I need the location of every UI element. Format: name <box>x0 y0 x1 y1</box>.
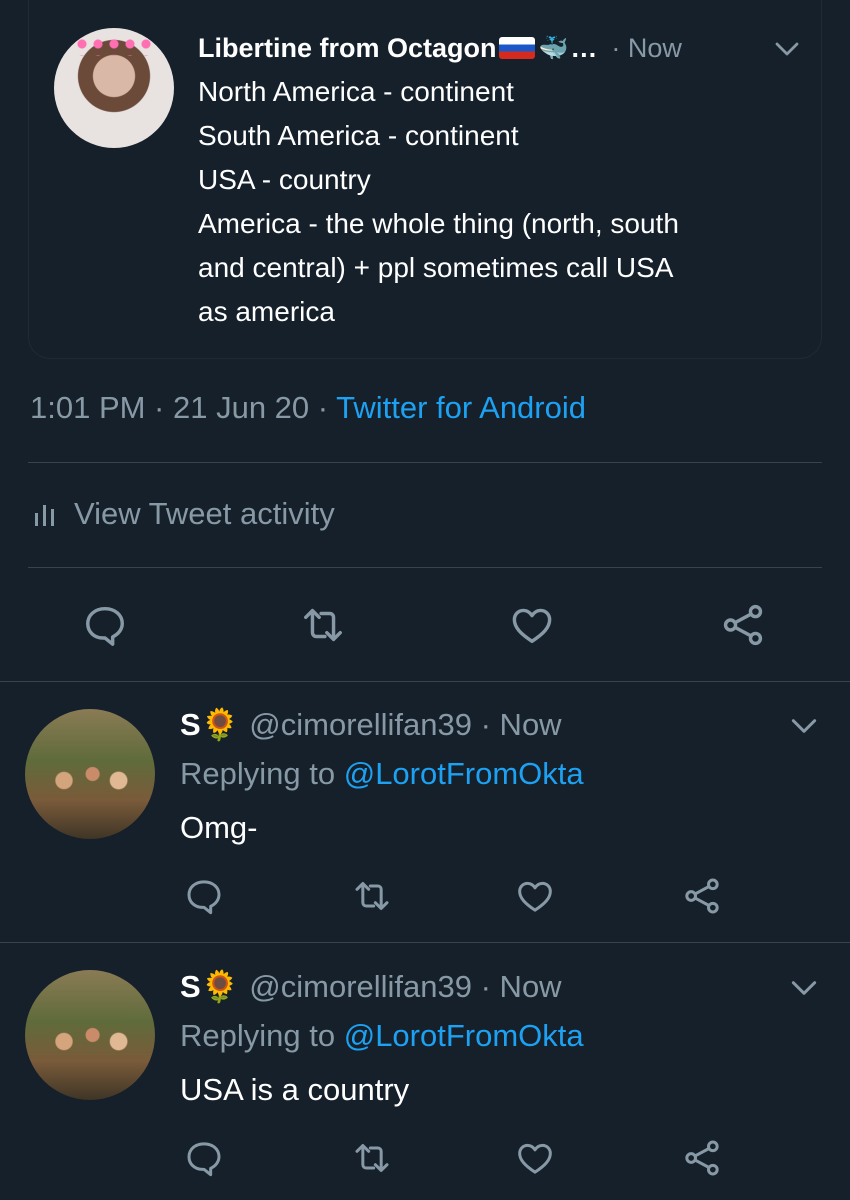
reply-text: USA is a country <box>180 1072 410 1107</box>
share-icon[interactable] <box>682 1138 722 1178</box>
divider <box>0 681 850 682</box>
quoted-tweet-line: as america <box>198 296 335 327</box>
reply-header: S🌻 @cimorellifan39 · Now <box>180 968 562 1005</box>
chevron-down-icon[interactable] <box>772 34 802 64</box>
reply-icon[interactable] <box>82 602 128 648</box>
whale-icon: 🐳 <box>538 34 569 62</box>
replying-to-handle[interactable]: @LorotFromOkta <box>344 756 584 791</box>
replying-to-prefix: Replying to <box>180 1018 344 1053</box>
quoted-tweet-line: and central) + ppl sometimes call USA <box>198 252 674 283</box>
quoted-tweet-header: Libertine from Octagon 🐳 … · Now <box>198 30 808 66</box>
replying-to-handle[interactable]: @LorotFromOkta <box>344 1018 584 1053</box>
reply-icon[interactable] <box>184 1138 224 1178</box>
reply-text: Omg- <box>180 810 258 845</box>
replying-to: Replying to @LorotFromOkta <box>180 756 584 792</box>
like-icon[interactable] <box>515 876 555 916</box>
tweet-time-date: 1:01 PM · 21 Jun 20 · <box>30 390 337 425</box>
retweet-icon[interactable] <box>352 876 392 916</box>
tweet-source-link[interactable]: Twitter for Android <box>336 390 586 425</box>
quoted-author-avatar[interactable] <box>54 28 174 148</box>
like-icon[interactable] <box>515 1138 555 1178</box>
reply-handle-time[interactable]: @cimorellifan39 · Now <box>249 969 561 1005</box>
replying-to-prefix: Replying to <box>180 756 344 791</box>
reply-author-avatar[interactable] <box>25 970 155 1100</box>
quoted-tweet-time: · Now <box>611 32 682 63</box>
retweet-icon[interactable] <box>300 602 346 648</box>
divider <box>28 462 822 463</box>
divider <box>28 567 822 568</box>
reply-icon[interactable] <box>184 876 224 916</box>
reply-author-avatar[interactable] <box>25 709 155 839</box>
reply-author-name[interactable]: S🌻 <box>180 968 239 1005</box>
quoted-tweet-line: USA - country <box>198 164 371 195</box>
quoted-tweet-line: America - the whole thing (north, south <box>198 208 679 239</box>
share-icon[interactable] <box>720 602 766 648</box>
quoted-tweet-line: North America - continent <box>198 76 514 107</box>
bar-chart-icon <box>35 505 54 526</box>
name-truncation: … <box>570 32 598 63</box>
quoted-author-name[interactable]: Libertine from Octagon <box>198 33 497 64</box>
replying-to: Replying to @LorotFromOkta <box>180 1018 584 1054</box>
divider <box>0 942 850 943</box>
quoted-tweet-text: North America - continent South America … <box>198 70 798 334</box>
like-icon[interactable] <box>509 602 555 648</box>
russia-flag-icon <box>498 37 535 59</box>
view-tweet-activity[interactable]: View Tweet activity <box>34 496 335 532</box>
reply-handle-time[interactable]: @cimorellifan39 · Now <box>249 707 561 743</box>
chevron-down-icon[interactable] <box>788 972 820 1004</box>
retweet-icon[interactable] <box>352 1138 392 1178</box>
quoted-tweet-line: South America - continent <box>198 120 519 151</box>
chevron-down-icon[interactable] <box>788 710 820 742</box>
tweet-timestamp: 1:01 PM · 21 Jun 20 · Twitter for Androi… <box>30 390 586 426</box>
reply-header: S🌻 @cimorellifan39 · Now <box>180 706 562 743</box>
share-icon[interactable] <box>682 876 722 916</box>
view-tweet-activity-label: View Tweet activity <box>74 496 335 531</box>
reply-author-name[interactable]: S🌻 <box>180 706 239 743</box>
